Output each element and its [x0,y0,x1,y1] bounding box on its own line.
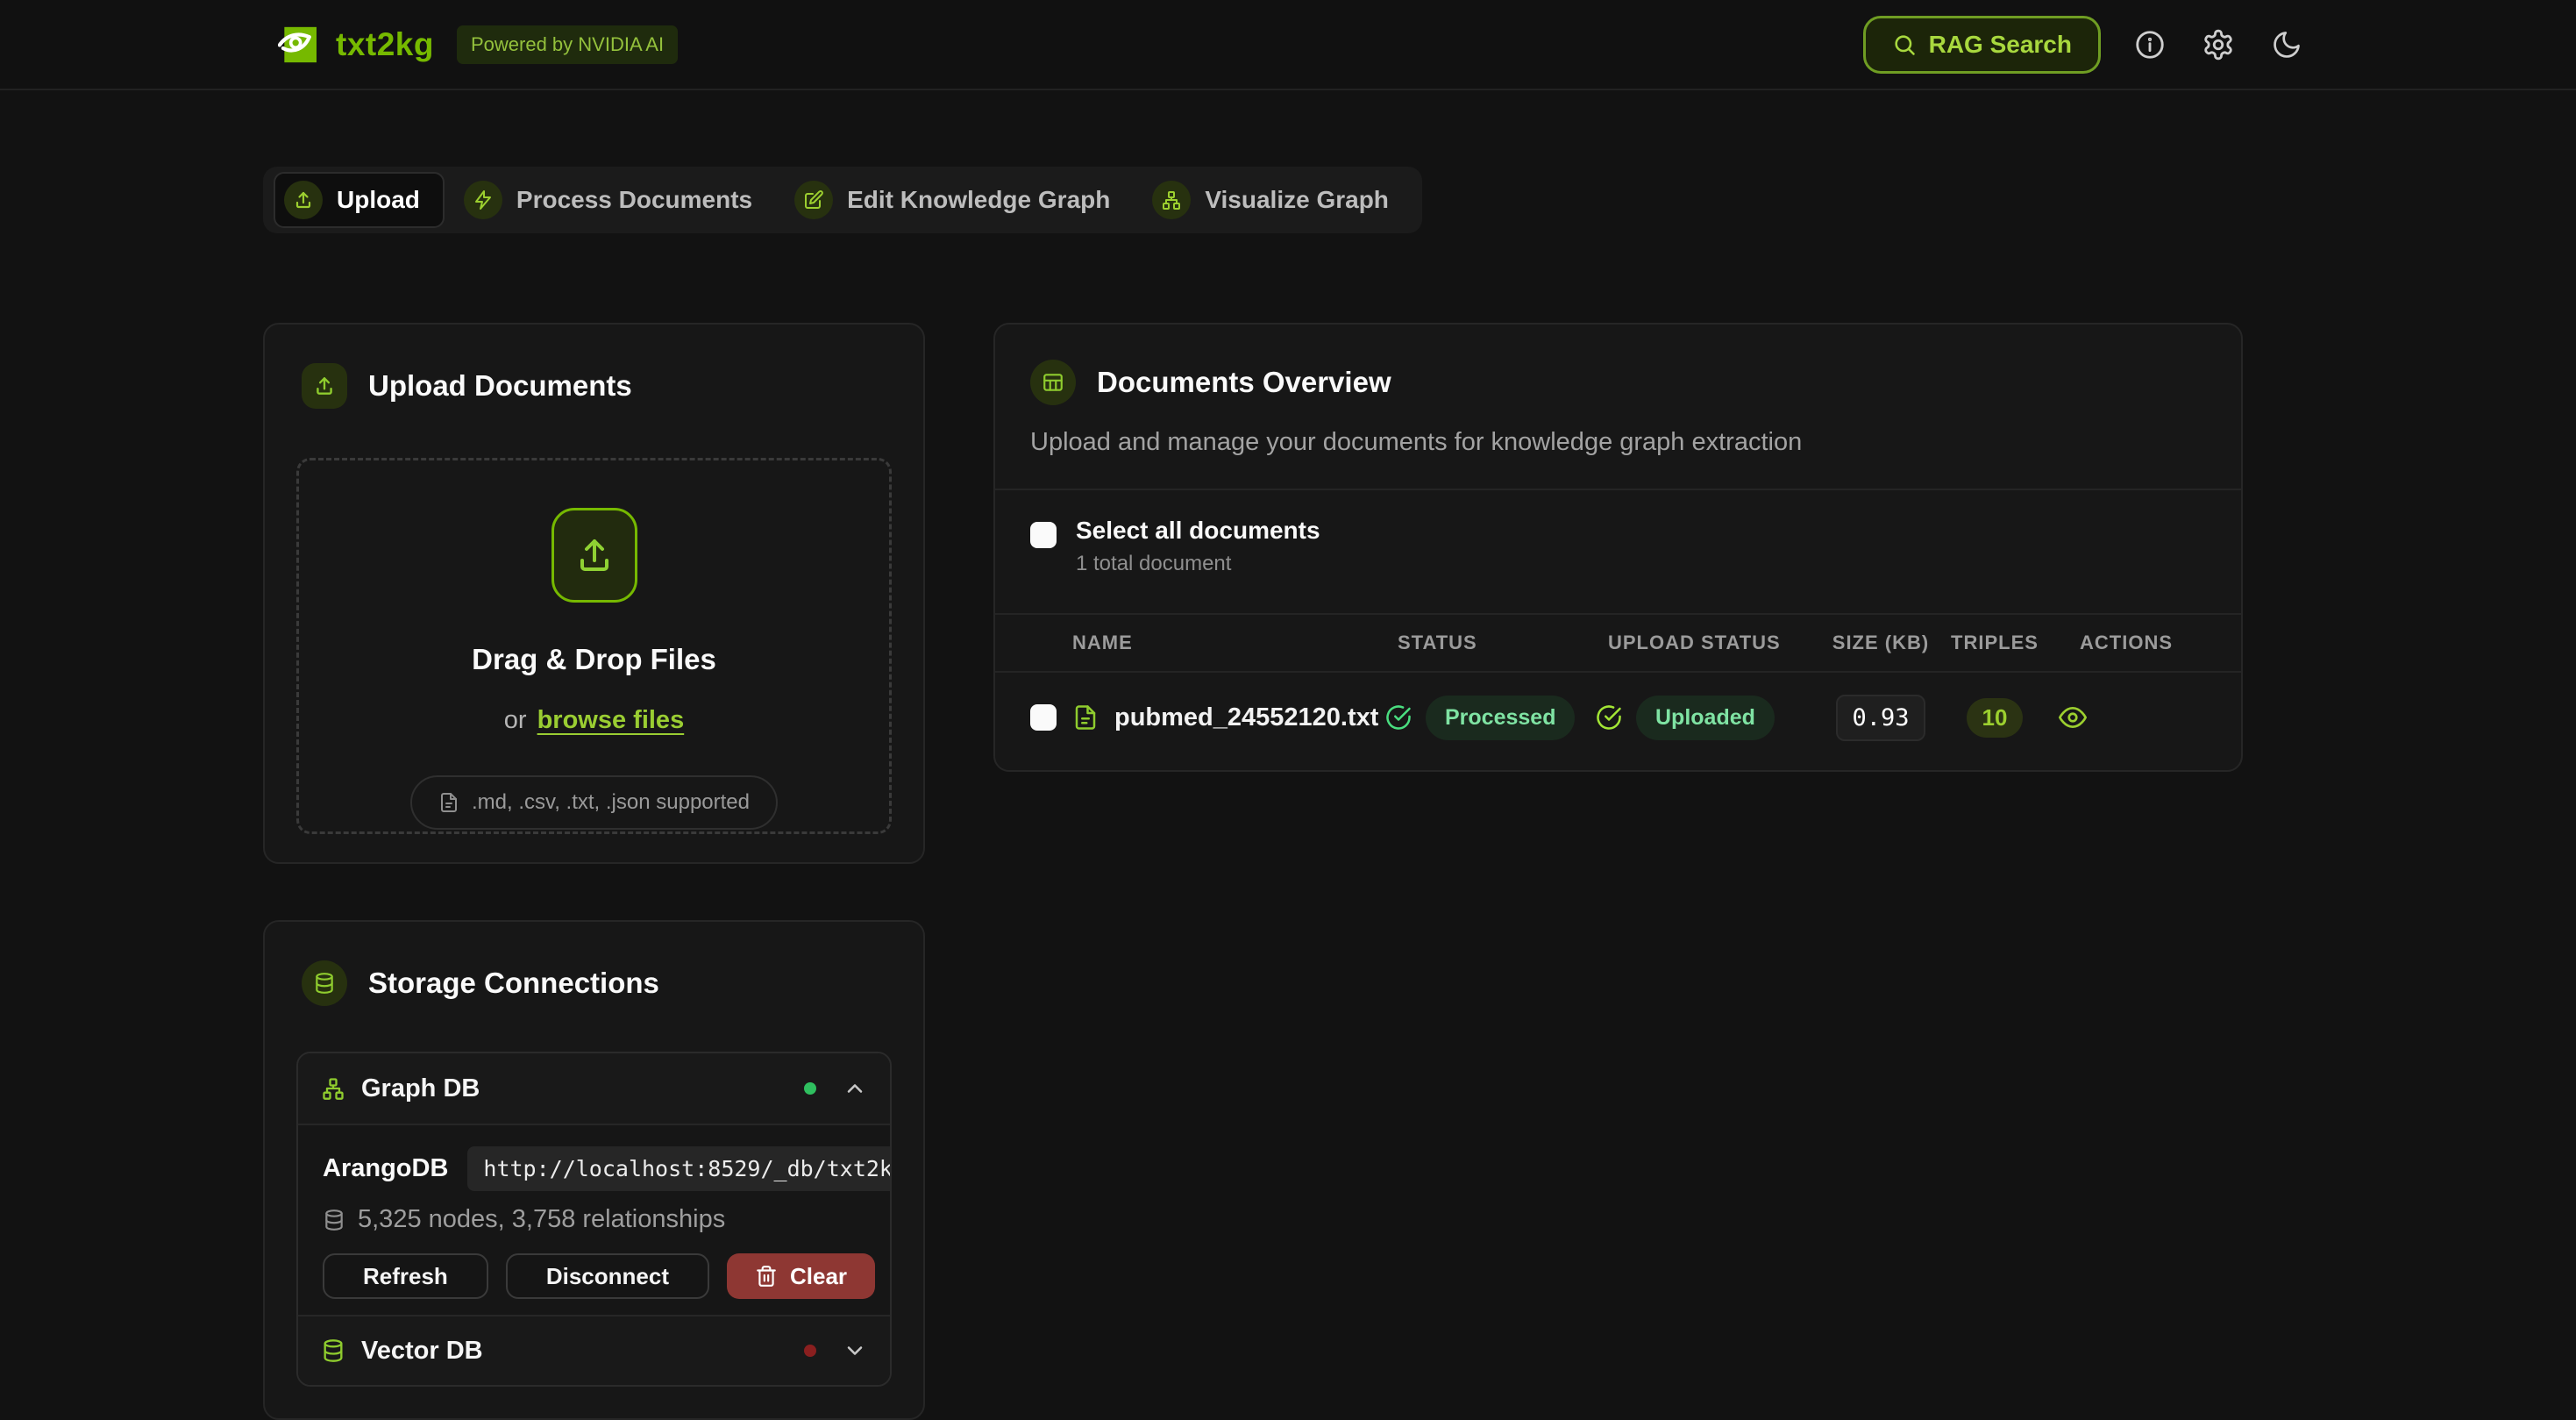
storage-accordion: Graph DB [296,1052,892,1387]
vector-db-label: Vector DB [361,1337,483,1366]
theme-toggle-button[interactable] [2267,25,2306,64]
column-header-triples: TRIPLES [1946,632,2043,654]
size-value: 0.93 [1836,695,1925,741]
rag-search-button[interactable]: RAG Search [1863,16,2101,74]
select-all-label: Select all documents [1076,517,1320,545]
tab-edit-knowledge-graph[interactable]: Edit Knowledge Graph [786,174,1133,226]
documents-card-title: Documents Overview [1097,366,1391,399]
column-header-actions: ACTIONS [2043,632,2210,654]
moon-icon [2271,29,2302,61]
clear-button-label: Clear [790,1263,847,1290]
database-icon [321,1338,345,1363]
check-circle-icon [1596,704,1622,731]
zap-icon [464,181,502,219]
dropzone[interactable]: Drag & Drop Files or browse files .md, .… [296,458,892,834]
tab-upload-label: Upload [337,186,420,214]
supported-formats-pill: .md, .csv, .txt, .json supported [410,775,778,830]
triples-badge: 10 [1967,698,2024,738]
chevron-down-icon[interactable] [843,1338,867,1363]
column-header-upload-status: UPLOAD STATUS [1596,632,1815,654]
select-all-checkbox[interactable] [1030,522,1057,548]
graph-db-stats: 5,325 nodes, 3,758 relationships [358,1205,725,1234]
nvidia-logo-icon [278,25,317,64]
database-icon [323,1209,345,1231]
upload-status-badge: Uploaded [1636,696,1775,740]
dropzone-title: Drag & Drop Files [472,643,716,676]
tab-process-documents-label: Process Documents [516,186,752,214]
app-title: txt2kg [336,26,434,63]
eye-icon [2059,703,2087,731]
table-header-row: NAME STATUS UPLOAD STATUS SIZE (KB) TRIP… [995,613,2241,673]
refresh-button-label: Refresh [363,1263,448,1290]
tab-edit-knowledge-graph-label: Edit Knowledge Graph [847,186,1110,214]
column-header-status: STATUS [1385,632,1596,654]
documents-card-subtitle: Upload and manage your documents for kno… [1030,428,2206,457]
rag-search-label: RAG Search [1929,31,2072,59]
tab-bar: Upload Process Documents Edit Knowledge … [263,167,1422,233]
disconnect-button[interactable]: Disconnect [506,1253,709,1299]
graph-db-provider: ArangoDB [323,1154,448,1183]
tab-process-documents[interactable]: Process Documents [455,174,775,226]
tab-visualize-graph-label: Visualize Graph [1205,186,1389,214]
row-checkbox[interactable] [1030,704,1057,731]
graph-nodes-icon [321,1076,345,1101]
table-row: pubmed_24552120.txt Processed [995,673,2241,762]
graph-db-section-header[interactable]: Graph DB [298,1053,890,1124]
documents-overview-card: Documents Overview Upload and manage you… [993,323,2243,772]
vector-db-section-header[interactable]: Vector DB [298,1315,890,1385]
graph-db-label: Graph DB [361,1074,480,1103]
info-icon [2133,28,2167,61]
powered-by-badge: Powered by NVIDIA AI [457,25,678,64]
file-text-icon [1072,704,1099,731]
upload-icon [551,508,637,603]
graph-db-status-dot [804,1082,816,1095]
documents-table: NAME STATUS UPLOAD STATUS SIZE (KB) TRIP… [995,613,2241,762]
graph-db-section-body: ArangoDB http://localhost:8529/_db/txt2k… [298,1124,890,1315]
app-header: txt2kg Powered by NVIDIA AI RAG Search [0,0,2576,90]
storage-card-title: Storage Connections [368,967,659,1000]
gear-icon [2202,28,2235,61]
dropzone-or-text: or [504,706,527,735]
upload-documents-card: Upload Documents Drag & Drop Files or br… [263,323,925,864]
view-document-button[interactable] [2059,703,2087,731]
graph-nodes-icon [1152,181,1191,219]
chevron-up-icon[interactable] [843,1076,867,1101]
supported-formats-label: .md, .csv, .txt, .json supported [472,790,750,815]
vector-db-status-dot [804,1345,816,1357]
trash-icon [755,1265,778,1288]
table-grid-icon [1030,360,1076,405]
check-circle-icon [1385,704,1412,731]
tab-visualize-graph[interactable]: Visualize Graph [1143,174,1412,226]
upload-icon [284,181,323,219]
file-text-icon [438,792,459,813]
total-documents-label: 1 total document [1076,552,1320,576]
disconnect-button-label: Disconnect [546,1263,669,1290]
refresh-button[interactable]: Refresh [323,1253,488,1299]
settings-button[interactable] [2199,25,2238,64]
browse-files-link[interactable]: browse files [537,706,685,735]
upload-icon [302,363,347,409]
status-badge: Processed [1426,696,1575,740]
storage-connections-card: Storage Connections Graph DB [263,920,925,1420]
tab-upload[interactable]: Upload [274,172,445,228]
column-header-name: NAME [1030,632,1385,654]
column-header-size: SIZE (KB) [1815,632,1946,654]
search-icon [1892,32,1917,57]
info-button[interactable] [2131,25,2169,64]
document-name: pubmed_24552120.txt [1114,703,1378,732]
edit-icon [794,181,833,219]
clear-button[interactable]: Clear [727,1253,875,1299]
graph-db-url: http://localhost:8529/_db/txt2kg [467,1146,892,1191]
upload-card-title: Upload Documents [368,369,632,403]
database-icon [302,960,347,1006]
